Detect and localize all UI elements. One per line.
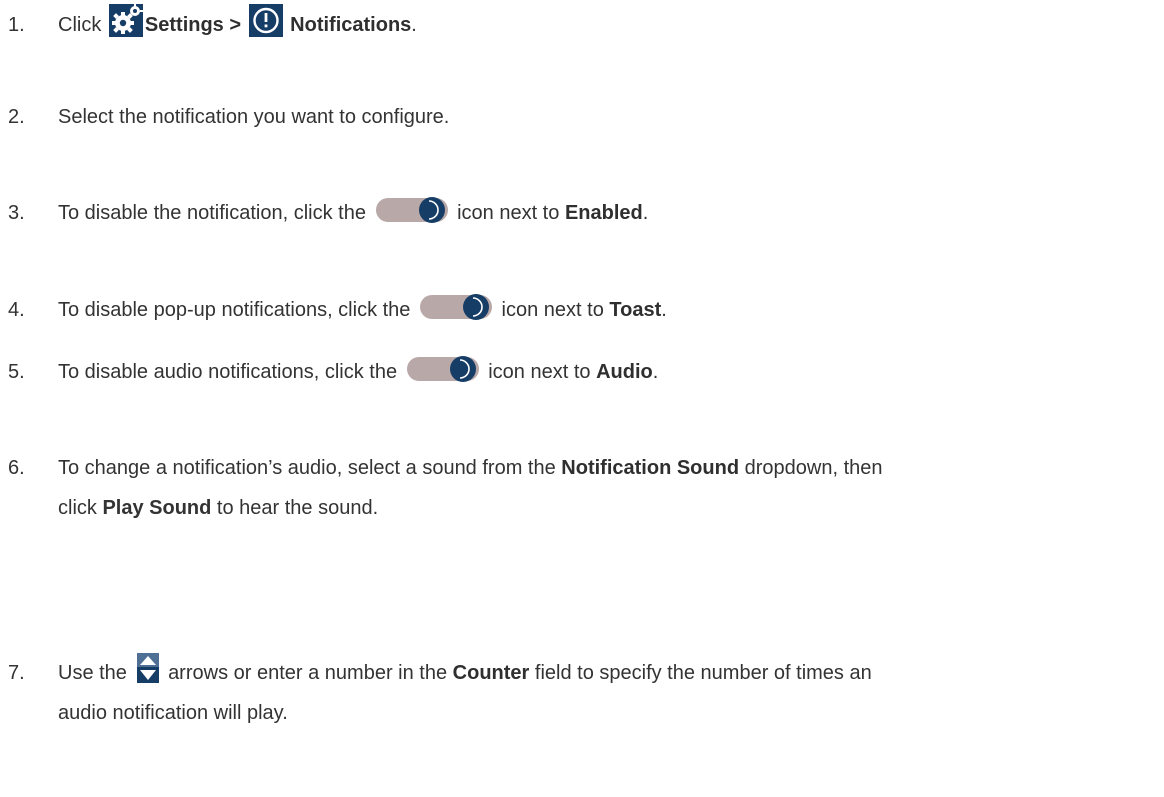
notifications-label: Notifications	[290, 14, 412, 36]
notification-sound-label: Notification Sound	[561, 457, 740, 479]
counter-label: Counter	[452, 662, 530, 684]
step-7: 7. Use the arrows or enter a number in th…	[8, 653, 1144, 733]
step-text-continued: click Play Sound to hear the sound.	[8, 488, 1144, 528]
enabled-label: Enabled	[564, 202, 643, 224]
settings-label: Settings >	[144, 14, 242, 36]
step-text-part: field to specify the number of times an	[534, 662, 872, 684]
step-number: 1.	[8, 14, 25, 36]
step-text: Use the arrows or enter a number in the …	[58, 653, 872, 684]
step-text: Select the notification you want to conf…	[58, 106, 450, 128]
step-text: To disable the notification, click the i…	[58, 197, 649, 224]
step-1: 1. Click Settings > Notifications.	[8, 4, 1144, 45]
step-number: 7.	[8, 662, 25, 684]
step-text-part: click	[58, 497, 97, 519]
step-2: 2. Select the notification you want to co…	[8, 97, 1144, 137]
step-text-part: arrows or enter a number in the	[168, 662, 448, 684]
instructions-document: 1. Click Settings > Notifications. 2. Se…	[0, 0, 1164, 797]
step-text-part: To disable the notification, click the	[58, 202, 366, 224]
step-text-part: to hear the sound.	[216, 497, 379, 519]
step-text-part: .	[642, 202, 649, 224]
step-3: 3. To disable the notification, click the…	[8, 193, 1144, 233]
toast-label: Toast	[609, 299, 662, 321]
step-text-part: dropdown, then	[744, 457, 883, 479]
toggle-switch-icon	[406, 354, 479, 384]
step-text-part: To disable audio notifications, click th…	[58, 361, 398, 383]
toggle-switch-icon	[419, 292, 492, 322]
step-text-part: To change a notification’s audio, select…	[58, 457, 556, 479]
step-text-part: To disable pop-up notifications, click t…	[58, 299, 411, 321]
step-text-part: icon next to	[488, 361, 591, 383]
step-text-continued: audio notification will play.	[58, 702, 288, 724]
step-text: To disable audio notifications, click th…	[58, 356, 659, 383]
step-number: 6.	[8, 457, 25, 479]
toggle-switch-icon	[375, 195, 448, 225]
step-6: 6. To change a notification’s audio, sele…	[8, 448, 1144, 528]
audio-label: Audio	[596, 361, 653, 383]
step-5: 5. To disable audio notifications, click …	[8, 352, 1144, 392]
up-down-arrows-icon	[136, 653, 159, 683]
step-number: 4.	[8, 299, 25, 321]
step-text-part: icon next to	[501, 299, 604, 321]
step-text-part: .	[411, 14, 417, 36]
step-number: 2.	[8, 106, 25, 128]
exclamation-circle-icon	[248, 4, 283, 37]
gear-icon	[108, 4, 143, 37]
step-text-part: Use the	[58, 662, 127, 684]
step-text-part: .	[652, 361, 659, 383]
step-text-part: Click	[58, 14, 102, 36]
play-sound-label: Play Sound	[102, 497, 212, 519]
step-text-part: .	[661, 299, 667, 321]
step-text-part: icon next to	[457, 202, 560, 224]
step-number: 3.	[8, 202, 25, 224]
step-number: 5.	[8, 361, 25, 383]
step-text: To disable pop-up notifications, click t…	[58, 294, 667, 321]
step-4: 4. To disable pop-up notifications, click…	[8, 290, 1144, 330]
step-text: To change a notification’s audio, select…	[58, 457, 883, 479]
step-text: Click Settings > Notifications.	[58, 4, 417, 37]
